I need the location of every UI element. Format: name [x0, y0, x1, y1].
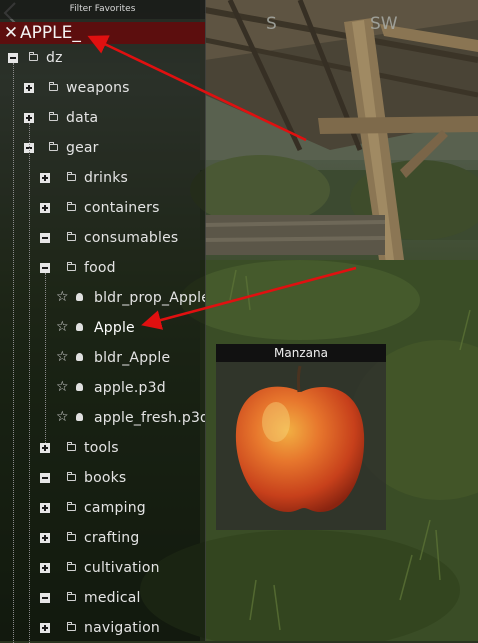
tree-folder-row[interactable]: drinks	[0, 166, 205, 192]
collapse-icon[interactable]	[40, 233, 50, 243]
folder-icon	[67, 502, 76, 511]
tree-folder-row[interactable]: crafting	[0, 526, 205, 552]
model-file-icon	[76, 413, 83, 421]
preview-title: Manzana	[216, 344, 386, 362]
search-input[interactable]	[20, 23, 198, 43]
favorite-star-icon[interactable]: ☆	[56, 379, 69, 395]
asset-explorer-panel: Filter Favorites ✕ dzweapons data gear drin…	[0, 0, 206, 643]
tree-item-label: camping	[84, 500, 146, 516]
folder-icon	[67, 622, 76, 631]
tree-folder-row[interactable]: books	[0, 466, 205, 492]
tree-folder-row[interactable]: cultivation	[0, 556, 205, 582]
expand-icon[interactable]	[40, 203, 50, 213]
tree-folder-row[interactable]: gear	[0, 136, 205, 162]
collapse-icon[interactable]	[40, 593, 50, 603]
tree-folder-row[interactable]: dz	[0, 46, 205, 72]
tree-guide-line	[13, 63, 14, 643]
tree-folder-row[interactable]: medical	[0, 586, 205, 612]
expand-icon[interactable]	[40, 563, 50, 573]
tree-item-label: consumables	[84, 230, 179, 246]
tree-item-label: crafting	[84, 530, 140, 546]
expand-icon[interactable]	[24, 113, 34, 123]
favorite-star-icon[interactable]: ☆	[56, 289, 69, 305]
tree-item-label: apple_fresh.p3d	[94, 410, 205, 426]
favorite-star-icon[interactable]: ☆	[56, 319, 69, 335]
expand-icon[interactable]	[40, 623, 50, 633]
expand-icon[interactable]	[40, 443, 50, 453]
tree-folder-row[interactable]: consumables	[0, 226, 205, 252]
folder-icon	[49, 112, 58, 121]
tree-item-label: apple.p3d	[94, 380, 166, 396]
model-file-icon	[76, 353, 83, 361]
tree-item-label: dz	[46, 50, 63, 66]
tree-file-row[interactable]: ☆ Apple	[0, 316, 205, 342]
item-preview-panel: Manzana	[216, 344, 386, 530]
folder-icon	[67, 172, 76, 181]
tree-item-label: tools	[84, 440, 119, 456]
expand-icon[interactable]	[24, 83, 34, 93]
folder-icon	[67, 472, 76, 481]
tree-file-row[interactable]: ☆ bldr_prop_Apple	[0, 286, 205, 312]
search-bar: ✕	[0, 22, 205, 44]
model-file-icon	[76, 383, 83, 391]
tree-file-row[interactable]: ☆ apple_fresh.p3d	[0, 406, 205, 432]
tree-folder-row[interactable]: navigation	[0, 616, 205, 642]
tree-folder-row[interactable]: food	[0, 256, 205, 282]
model-file-icon	[76, 323, 83, 331]
tree-item-label: bldr_prop_Apple	[94, 290, 205, 306]
folder-icon	[49, 82, 58, 91]
collapse-icon[interactable]	[8, 53, 18, 63]
folder-icon	[67, 262, 76, 271]
tree-item-label: containers	[84, 200, 160, 216]
model-file-icon	[76, 293, 83, 301]
expand-icon[interactable]	[40, 173, 50, 183]
compass-south-label: S	[266, 14, 277, 34]
folder-icon	[67, 532, 76, 541]
compass-southwest-label: SW	[370, 14, 398, 34]
tree-item-label: data	[66, 110, 99, 126]
folder-icon	[49, 142, 58, 151]
tree-folder-row[interactable]: camping	[0, 496, 205, 522]
folder-icon	[67, 232, 76, 241]
favorite-star-icon[interactable]: ☆	[56, 349, 69, 365]
apple-image	[235, 365, 365, 512]
folder-icon	[67, 592, 76, 601]
tree-folder-row[interactable]: containers	[0, 196, 205, 222]
tree-file-row[interactable]: ☆ apple.p3d	[0, 376, 205, 402]
tree-item-label: navigation	[84, 620, 160, 636]
tree-guide-line	[29, 123, 30, 643]
tree-folder-row[interactable]: tools	[0, 436, 205, 462]
tree-guide-line	[45, 273, 46, 443]
favorite-star-icon[interactable]: ☆	[56, 409, 69, 425]
collapse-icon[interactable]	[40, 473, 50, 483]
tree-item-label: gear	[66, 140, 99, 156]
tree-item-label: weapons	[66, 80, 130, 96]
tree-item-label: food	[84, 260, 116, 276]
tree-item-label: medical	[84, 590, 141, 606]
tree-file-row[interactable]: ☆ bldr_Apple	[0, 346, 205, 372]
expand-icon[interactable]	[40, 503, 50, 513]
collapse-icon[interactable]	[40, 263, 50, 273]
tree-item-label: books	[84, 470, 127, 486]
panel-title: Filter Favorites	[0, 0, 205, 19]
tree-folder-row[interactable]: weapons	[0, 76, 205, 102]
tree-item-label: drinks	[84, 170, 129, 186]
folder-icon	[29, 52, 38, 61]
tree-folder-row[interactable]: data	[0, 106, 205, 132]
expand-icon[interactable]	[40, 533, 50, 543]
close-icon[interactable]: ✕	[3, 24, 19, 42]
folder-icon	[67, 202, 76, 211]
tree-item-label: Apple	[94, 320, 135, 336]
tree-item-label: cultivation	[84, 560, 160, 576]
tree-item-label: bldr_Apple	[94, 350, 171, 366]
folder-icon	[67, 442, 76, 451]
folder-icon	[67, 562, 76, 571]
